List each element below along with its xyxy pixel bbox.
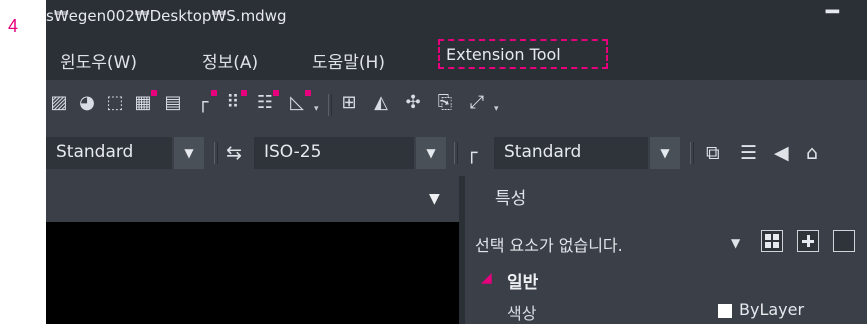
toggle-pickadd-icon[interactable]	[761, 230, 783, 252]
table-icon[interactable]: ☷	[254, 90, 279, 114]
window-title: s₩egen002₩Desktop₩S.mdwg	[46, 7, 287, 25]
step-number: 4	[8, 16, 19, 36]
insert-block-icon[interactable]: ⎘	[434, 92, 456, 114]
attribute-icon[interactable]: ▤	[162, 92, 184, 114]
dimension-icon[interactable]: ◺	[286, 90, 311, 114]
selection-select[interactable]: 선택 요소가 없습니다.	[475, 232, 623, 256]
drawing-canvas[interactable]	[46, 222, 459, 324]
separator	[214, 142, 218, 164]
styles-toolbar: Standard ▼ ⇆ ISO-25 ▼ ┌ Standard ▼ ⧉ ☰ ◀…	[46, 130, 867, 176]
collapse-triangle-icon[interactable]: ◢	[481, 270, 492, 286]
cad-application-window: s₩egen002₩Desktop₩S.mdwg ━ 윈도우(W) 정보(A) …	[46, 0, 867, 324]
dim-style-dropdown-icon[interactable]: ▼	[416, 137, 446, 169]
minimize-button[interactable]: ━	[826, 2, 839, 24]
region-icon[interactable]: ◕	[76, 92, 98, 114]
move-block-icon[interactable]: ✣	[402, 92, 424, 114]
section-general[interactable]: ◢ 일반	[465, 264, 867, 294]
properties-title: 특성	[495, 189, 527, 209]
menu-window[interactable]: 윈도우(W)	[60, 48, 137, 73]
properties-panel: 특성 선택 요소가 없습니다. ▼ ◢ 일반 색상 ByLayer	[465, 176, 867, 324]
dim-style-select[interactable]: ISO-25	[254, 137, 414, 169]
leader-icon[interactable]: ┌	[192, 90, 217, 114]
multileader-style-icon: ┌	[466, 142, 478, 164]
chevron-down-icon[interactable]: ▼	[429, 191, 440, 207]
menu-info[interactable]: 정보(A)	[202, 48, 258, 73]
title-bar: s₩egen002₩Desktop₩S.mdwg ━	[46, 0, 867, 36]
property-name: 색상	[507, 304, 537, 323]
multileader-dropdown-icon[interactable]: ▼	[650, 137, 680, 169]
text-style-dropdown-icon[interactable]: ▼	[174, 137, 204, 169]
layer-previous-icon[interactable]: ◀	[774, 143, 789, 163]
layer-isolate-icon[interactable]: ⌂	[806, 143, 818, 163]
section-label: 일반	[507, 273, 539, 293]
toolbar-overflow-icon-2[interactable]: ▾	[494, 104, 499, 114]
separator-3	[690, 142, 694, 164]
layer-state-icon[interactable]: ☰	[740, 143, 757, 163]
toolbar-overflow-icon[interactable]: ▾	[314, 104, 319, 114]
text-style-select[interactable]: Standard	[46, 137, 172, 169]
quick-select-icon[interactable]	[833, 230, 855, 252]
selection-dropdown-icon[interactable]: ▼	[731, 236, 740, 250]
menu-extension-tool[interactable]: Extension Tool	[438, 39, 608, 69]
dim-style-icon: ⇆	[226, 142, 242, 164]
array-icon[interactable]: ⠿	[222, 90, 247, 114]
select-objects-icon[interactable]	[797, 230, 819, 252]
color-swatch	[718, 304, 732, 318]
copy-block-icon[interactable]: ◭	[370, 92, 392, 114]
property-row-color[interactable]: 색상 ByLayer	[465, 296, 867, 324]
panel-header: ▼	[46, 176, 459, 222]
hatch-icon[interactable]: ▨	[48, 92, 70, 114]
block-info-icon[interactable]: ▦	[132, 90, 157, 114]
boundary-icon[interactable]: ⬚	[104, 92, 126, 114]
menu-bar: 윈도우(W) 정보(A) 도움말(H) Extension Tool	[46, 36, 867, 80]
toolbar-separator	[328, 94, 332, 116]
edit-block-icon[interactable]: ⤢	[466, 92, 488, 114]
multileader-style-select[interactable]: Standard	[494, 137, 648, 169]
draw-toolbar: ▨ ◕ ⬚ ▦ ▤ ┌ ⠿ ☷ ◺ ▾ ⊞ ◭ ✣ ⎘ ⤢ ▾	[46, 80, 867, 130]
separator-2	[454, 142, 458, 164]
property-value[interactable]: ByLayer	[739, 300, 804, 319]
menu-help[interactable]: 도움말(H)	[312, 48, 385, 73]
layer-properties-icon[interactable]: ⧉	[706, 143, 720, 163]
paste-block-icon[interactable]: ⊞	[338, 92, 360, 114]
